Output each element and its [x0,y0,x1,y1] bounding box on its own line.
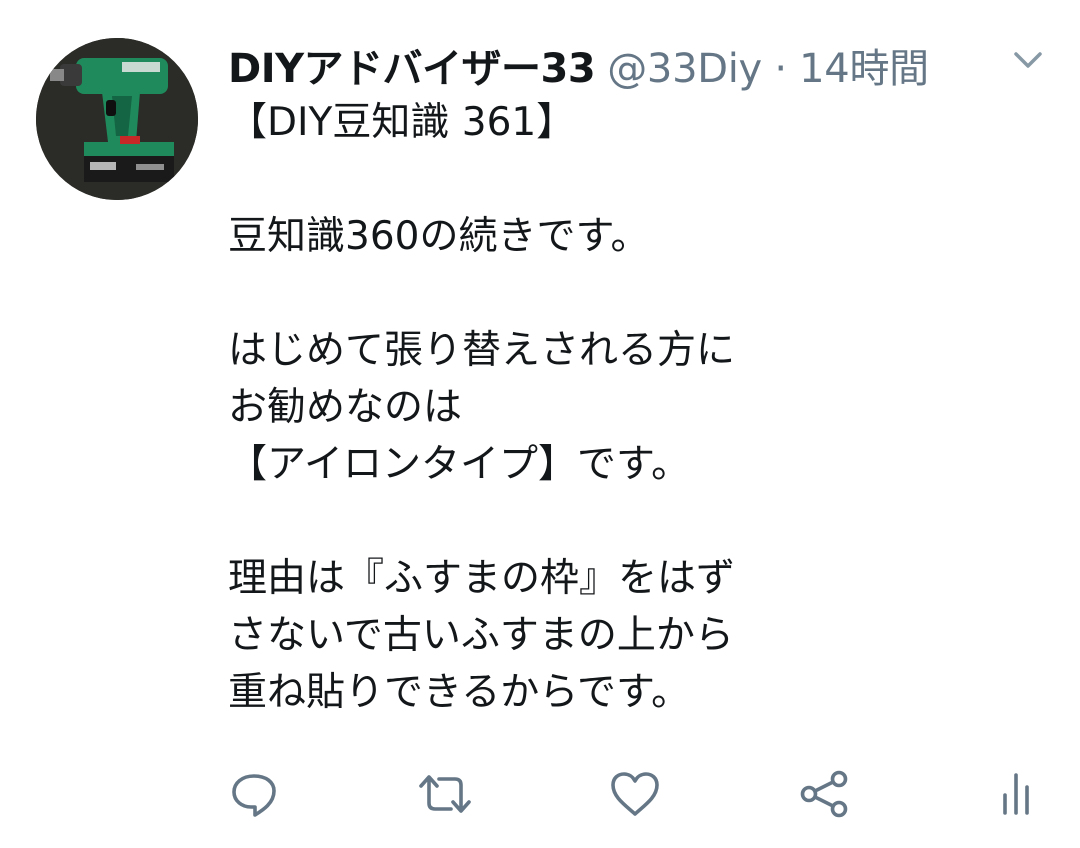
reply-icon [232,774,276,817]
analytics-button[interactable] [988,766,1044,822]
analytics-icon [1003,773,1029,815]
drill-avatar-icon [36,38,198,200]
handle-and-time[interactable]: @33Diy · 14時間 [607,36,929,94]
retweet-button[interactable] [417,766,473,822]
tweet-header: DIYアドバイザー33 @33Diy · 14時間 [228,36,929,92]
share-icon [800,770,848,818]
display-name[interactable]: DIYアドバイザー33 [228,36,596,94]
share-button[interactable] [797,766,853,822]
tweet-text: 【DIY豆知識 361】 豆知識360の続きです。 はじめて張り替えされる方に … [228,100,736,715]
like-button[interactable] [607,766,663,822]
avatar[interactable] [36,38,198,200]
tweet-actions [0,766,1080,826]
tweet-menu-button[interactable] [1008,44,1048,76]
reply-button[interactable] [226,766,282,822]
chevron-down-icon [1014,52,1042,68]
retweet-icon [419,775,471,813]
like-icon [611,772,659,816]
